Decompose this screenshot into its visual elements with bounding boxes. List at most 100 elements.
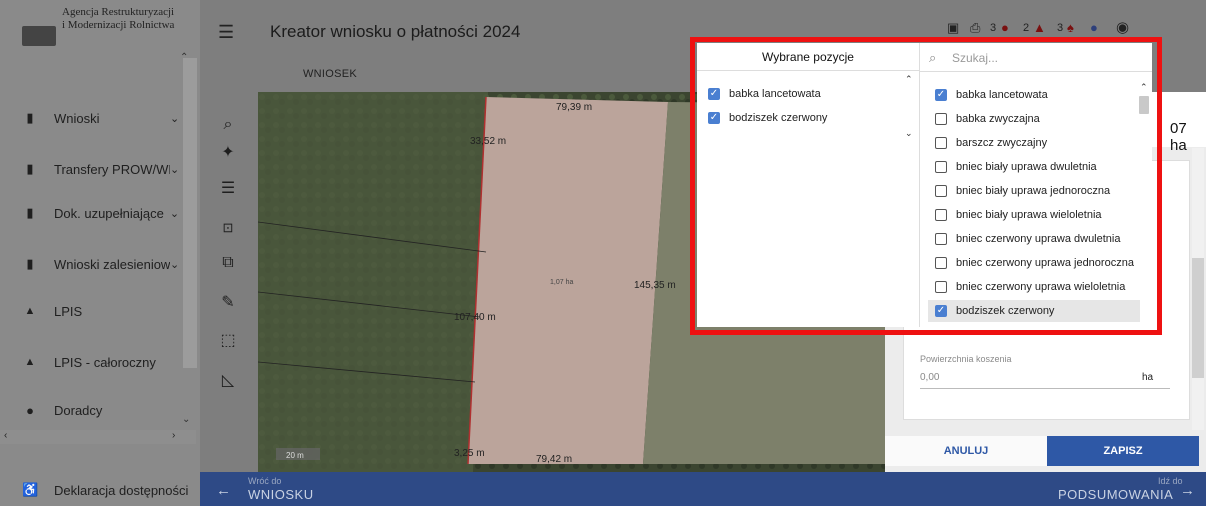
option-label: bniec biały uprawa jednoroczna [956,185,1111,197]
edit-pencil-icon[interactable]: ✎ [216,292,240,312]
back-small-text: Wróć do [248,476,282,486]
map-label: 79,42 m [536,454,572,465]
back-arrow-icon[interactable]: ← [216,482,231,499]
form-scrollbar-thumb[interactable] [1192,258,1204,378]
account-icon[interactable]: ◉ [1116,18,1129,36]
mowing-area-input[interactable]: 0,00 [920,372,939,383]
map-label: 3,25 m [454,448,485,459]
sidebar-item-lpis-caloroczny[interactable]: ▲ LPIS - całoroczny [0,347,190,377]
clipboard-icon: ▮ [26,205,34,220]
print-icon[interactable]: ⎙ [970,20,980,36]
menu-icon[interactable]: ☰ [218,22,234,43]
checkbox[interactable] [935,185,947,197]
save-icon[interactable]: ▣ [947,20,959,36]
map-label: 33,52 m [470,136,506,147]
form-scrollbar[interactable] [1192,148,1204,430]
sidebar-item-doradcy[interactable]: ● Doradcy [0,395,190,425]
option-item[interactable]: bniec biały uprawa wieloletnia [935,204,1135,226]
option-item[interactable]: bniec biały uprawa dwuletnia [935,156,1135,178]
clipboard-icon: ▮ [26,110,34,125]
map-label: 1,07 ha [550,279,573,286]
option-item[interactable]: barszcz zwyczajny [935,132,1135,154]
sidebar-item-wnioski[interactable]: ▮ Wnioski ⌄ [0,103,190,133]
options-scroll-up-icon[interactable]: ⌃ [1140,82,1148,93]
clipboard-icon: ▮ [26,161,34,176]
option-item[interactable]: babka zwyczajna [935,108,1135,130]
sidebar-item-dok-uzupelniajace[interactable]: ▮ Dok. uzupełniające ⌄ [0,198,190,228]
rectangle-select-icon[interactable]: ⬚ [216,330,240,350]
warning-icon[interactable]: ▲ [1033,20,1046,35]
org-name: Agencja Restrukturyzacji i Modernizacji … [62,6,174,32]
locate-icon[interactable]: ✦ [216,142,240,162]
option-label: barszcz zwyczajny [956,137,1048,149]
input-underline [920,388,1170,389]
org-name-line1: Agencja Restrukturyzacji [62,6,175,18]
mountain-icon: ▲ [24,356,36,368]
sidebar-item-transfery[interactable]: ▮ Transfery PROW/WPR ⌄ [0,154,190,184]
copy-shape-icon[interactable]: ⧉ [216,254,240,272]
selected-item[interactable]: ✓ bodziszek czerwony [708,108,908,128]
chevron-down-icon: ⌄ [170,112,180,125]
checkbox[interactable] [935,281,947,293]
next-small-text: Idź do [1158,476,1183,486]
selected-scroll-down-icon[interactable]: ⌄ [905,128,913,139]
map-label: 107,40 m [454,312,496,323]
checkbox-checked[interactable]: ✓ [708,88,720,100]
back-link[interactable]: WNIOSKU [248,487,314,502]
notice-count: 3 [1057,22,1064,34]
checkbox[interactable] [935,113,947,125]
sidebar-item-label: LPIS [54,303,83,319]
checkbox-checked[interactable]: ✓ [708,112,720,124]
search-input[interactable] [950,48,1134,68]
checkbox[interactable] [935,233,947,245]
mountain-icon: ▲ [24,305,36,317]
option-item[interactable]: bniec biały uprawa jednoroczna [935,180,1135,202]
scroll-left-icon[interactable]: ‹ [4,430,7,441]
next-link[interactable]: PODSUMOWANIA [1058,487,1173,502]
option-item[interactable]: bniec czerwony uprawa wieloletnia [935,276,1135,298]
selected-item[interactable]: ✓ babka lancetowata [708,84,908,104]
option-item[interactable]: bniec czerwony uprawa dwuletnia [935,228,1135,250]
error-icon[interactable]: ● [1001,20,1009,35]
option-label: babka lancetowata [956,89,1048,101]
option-item[interactable]: ✓ babka lancetowata [935,84,1135,106]
sidebar-item-deklaracja[interactable]: ♿ Deklaracja dostępności [0,475,190,505]
sidebar-item-lpis[interactable]: ▲ LPIS [0,296,190,326]
measure-icon[interactable]: ◺ [216,370,240,390]
checkbox[interactable] [935,257,947,269]
save-button[interactable]: ZAPISZ [1047,436,1199,466]
checkbox[interactable] [935,161,947,173]
checkbox[interactable] [935,137,947,149]
tab-wniosek[interactable]: WNIOSEK [303,68,357,80]
selected-item-label: bodziszek czerwony [729,112,828,124]
scale-label: 20 m [286,451,304,460]
sidebar-item-label: Doradcy [54,402,103,418]
checkbox[interactable] [935,209,947,221]
zoom-search-icon[interactable]: ⌕ [216,116,240,134]
checkbox-checked[interactable]: ✓ [935,89,947,101]
options-scrollbar-thumb[interactable] [1139,96,1149,114]
checkbox-checked[interactable]: ✓ [935,305,947,317]
option-item[interactable]: bniec czerwony uprawa jednoroczna [935,252,1135,274]
bell-icon[interactable]: ♠ [1067,20,1074,35]
chevron-down-icon: ⌄ [170,258,180,271]
accessibility-icon: ♿ [22,482,39,497]
sidebar-scroll-down-icon[interactable]: ⌄ [182,414,190,425]
layers-list-icon[interactable]: ☰ [216,178,240,198]
sidebar-item-label: Transfery PROW/WPR [54,161,170,177]
option-label: bniec biały uprawa dwuletnia [956,161,1097,173]
selected-item-label: babka lancetowata [729,88,821,100]
help-icon[interactable]: ● [1090,20,1098,35]
sidebar-item-wnioski-zalesieniowe[interactable]: ▮ Wnioski zalesieniowe ⌄ [0,249,190,279]
select-area-icon[interactable]: ⊡ [216,220,240,236]
option-label: bniec czerwony uprawa dwuletnia [956,233,1121,245]
next-arrow-icon[interactable]: → [1180,482,1195,499]
cancel-button[interactable]: ANULUJ [885,436,1047,466]
sidebar-item-label: Dok. uzupełniające [54,205,164,221]
scroll-right-icon[interactable]: › [172,430,175,441]
sidebar-item-label: Wnioski zalesieniowe [54,256,170,272]
page-title: Kreator wniosku o płatności 2024 [270,22,521,41]
map-label: 145,35 m [634,280,676,291]
option-item-highlighted[interactable]: ✓ bodziszek czerwony [928,300,1140,322]
sidebar-horizontal-scrollbar[interactable]: ‹ › [0,430,196,444]
